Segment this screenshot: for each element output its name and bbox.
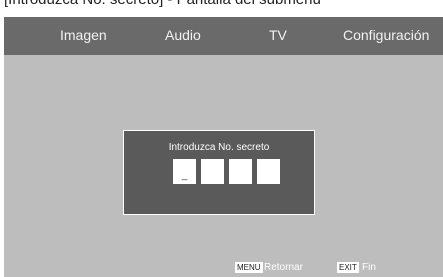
menu-bar: Imagen Audio TV Configuración xyxy=(4,17,443,55)
exit-key-label: Fin xyxy=(362,262,376,273)
secret-number-dialog: Introduzca No. secreto _ xyxy=(123,130,315,215)
tv-screen: Imagen Audio TV Configuración Introduzca… xyxy=(4,17,443,277)
menu-key-label: Retornar xyxy=(264,262,303,273)
tab-configuracion[interactable]: Configuración xyxy=(343,27,429,43)
pin-digit-2[interactable] xyxy=(201,159,224,184)
page-caption: [Introduzca No. secreto] - Pantalla del … xyxy=(0,0,443,8)
dialog-title: Introduzca No. secreto xyxy=(168,142,270,153)
menu-key-badge[interactable]: MENU xyxy=(235,262,263,273)
pin-digit-3[interactable] xyxy=(229,159,252,184)
pin-digit-1[interactable]: _ xyxy=(173,159,196,184)
pin-digit-4[interactable] xyxy=(257,159,280,184)
tab-tv[interactable]: TV xyxy=(269,27,287,43)
exit-key-badge[interactable]: EXIT xyxy=(337,262,359,273)
tab-audio[interactable]: Audio xyxy=(165,27,201,43)
tab-imagen[interactable]: Imagen xyxy=(60,27,107,43)
pin-digit-1-value: _ xyxy=(181,170,188,181)
